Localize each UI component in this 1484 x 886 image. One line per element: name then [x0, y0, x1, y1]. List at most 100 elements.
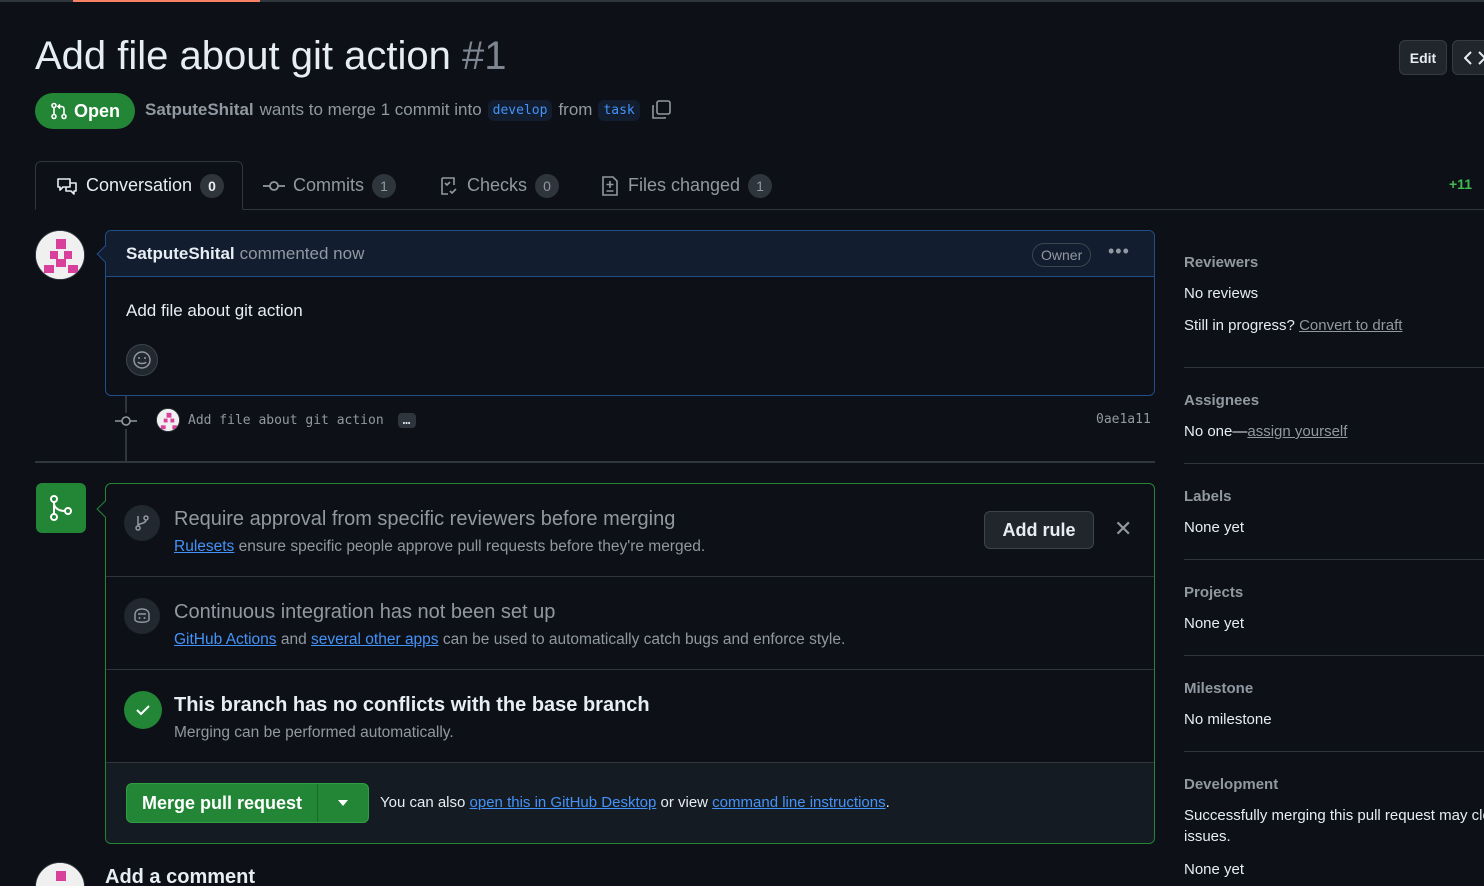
- commit-sha-link[interactable]: 0ae1a11: [1096, 412, 1151, 427]
- from-text: from: [558, 100, 593, 119]
- comment-timestamp[interactable]: commented now: [240, 244, 365, 264]
- tab-counter: 0: [535, 173, 560, 198]
- rulesets-link[interactable]: Rulesets: [174, 538, 234, 555]
- merge-button-group: Merge pull request: [126, 783, 369, 823]
- merge-method-dropdown[interactable]: [318, 784, 368, 822]
- tab-label: Files changed: [628, 175, 741, 195]
- merge-pull-request-button[interactable]: Merge pull request: [127, 784, 318, 822]
- kebab-menu-icon[interactable]: •••: [1108, 241, 1130, 262]
- add-comment-heading: Add a comment: [105, 866, 256, 886]
- github-desktop-link[interactable]: open this in GitHub Desktop: [470, 794, 657, 811]
- add-reaction-button[interactable]: [126, 344, 158, 376]
- sidebar-heading[interactable]: Labels: [1184, 488, 1484, 505]
- command-line-link[interactable]: command line instructions: [712, 794, 885, 811]
- git-pull-request-icon: [51, 102, 67, 120]
- development-desc: Successfully merging this pull request m…: [1184, 807, 1484, 824]
- tab-counter: 0: [200, 173, 225, 198]
- sidebar-divider: [1184, 463, 1484, 464]
- draft-prefix: Still in progress?: [1184, 317, 1295, 334]
- conflicts-row: This branch has no conflicts with the ba…: [106, 670, 1154, 763]
- projects-value: None yet: [1184, 615, 1245, 632]
- comment-card: SatputeShital commented now Owner ••• Ad…: [96, 230, 1155, 396]
- base-branch[interactable]: develop: [487, 99, 553, 121]
- commit-author-avatar[interactable]: [156, 408, 180, 432]
- assign-yourself-link[interactable]: assign yourself: [1247, 423, 1347, 440]
- reviewers-value: No reviews: [1184, 285, 1259, 302]
- commit-row: Add file about git action …: [156, 408, 416, 432]
- commit-message-link[interactable]: Add file about git action: [188, 413, 384, 428]
- also-text-2: or view: [660, 794, 708, 811]
- sidebar-heading[interactable]: Milestone: [1184, 680, 1484, 697]
- merge-footer: Merge pull request You can also open thi…: [106, 763, 1154, 843]
- merge-summary: SatputeShital wants to merge 1 commit in…: [145, 99, 672, 121]
- also-text-1: You can also: [380, 794, 466, 811]
- page-title: Add file about git action #1: [35, 34, 506, 79]
- sidebar-projects: Projects None yet: [1184, 584, 1484, 632]
- commit-icon: [263, 180, 285, 191]
- convert-to-draft-link[interactable]: Convert to draft: [1299, 317, 1402, 334]
- sidebar-divider: [1184, 655, 1484, 656]
- development-value: None yet: [1184, 861, 1245, 878]
- merge-status-icon-box: [36, 483, 86, 533]
- comment-discussion-icon: [57, 177, 77, 195]
- sidebar-heading[interactable]: Reviewers: [1184, 254, 1484, 271]
- pr-state-badge: Open: [35, 93, 135, 129]
- code-icon: [1463, 50, 1484, 65]
- sidebar-labels: Labels None yet: [1184, 488, 1484, 536]
- tab-checks[interactable]: Checks 0: [439, 161, 560, 210]
- sidebar-heading[interactable]: Assignees: [1184, 392, 1484, 409]
- rules-title: Require approval from specific reviewers…: [174, 508, 676, 530]
- pr-number: #1: [461, 34, 507, 78]
- timeline-separator: [35, 461, 1155, 463]
- other-apps-link[interactable]: several other apps: [311, 631, 439, 648]
- active-nav-underline: [73, 0, 260, 2]
- avatar[interactable]: [35, 862, 85, 886]
- code-button[interactable]: [1452, 40, 1484, 75]
- labels-value: None yet: [1184, 519, 1245, 536]
- conflicts-desc: Merging can be performed automatically.: [174, 724, 454, 741]
- rules-desc: Rulesets ensure specific people approve …: [174, 538, 705, 556]
- conflicts-title: This branch has no conflicts with the ba…: [174, 694, 650, 716]
- git-merge-icon: [50, 495, 72, 521]
- sidebar-heading[interactable]: Development: [1184, 776, 1484, 793]
- rules-desc-text: ensure specific people approve pull requ…: [238, 538, 706, 555]
- pr-author-link[interactable]: SatputeShital: [145, 100, 254, 120]
- edit-button[interactable]: Edit: [1399, 40, 1447, 75]
- identicon-icon: [36, 231, 84, 279]
- sidebar-divider: [1184, 367, 1484, 368]
- smiley-icon: [133, 351, 151, 369]
- tab-label: Commits: [293, 175, 364, 195]
- tab-commits[interactable]: Commits 1: [263, 161, 396, 210]
- comment-body: Add file about git action: [126, 301, 303, 320]
- ci-desc-text: can be used to automatically catch bugs …: [442, 631, 846, 648]
- add-rule-button[interactable]: Add rule: [984, 511, 1094, 549]
- rule-icon-wrap: [124, 505, 160, 541]
- commit-expand-button[interactable]: …: [397, 412, 416, 428]
- merge-alternatives: You can also open this in GitHub Desktop…: [380, 794, 890, 811]
- file-diff-icon: [602, 175, 618, 196]
- sidebar-heading[interactable]: Projects: [1184, 584, 1484, 601]
- tab-conversation[interactable]: Conversation 0: [35, 161, 243, 210]
- comment-author[interactable]: SatputeShital: [126, 244, 235, 264]
- ci-icon-wrap: [124, 598, 160, 634]
- pr-state-label: Open: [73, 100, 120, 121]
- tab-counter: 1: [748, 173, 773, 198]
- check-icon: [136, 705, 150, 716]
- copilot-icon: [134, 608, 150, 623]
- close-icon[interactable]: ✕: [1114, 518, 1132, 540]
- head-branch[interactable]: task: [598, 99, 640, 121]
- github-actions-link[interactable]: GitHub Actions: [174, 631, 277, 648]
- assignees-value: No one—assign yourself: [1184, 423, 1484, 440]
- copy-icon[interactable]: [650, 99, 672, 121]
- sidebar-divider: [1184, 751, 1484, 752]
- sidebar-assignees: Assignees No one—assign yourself: [1184, 392, 1484, 440]
- avatar[interactable]: [35, 230, 85, 280]
- sidebar-divider: [1184, 559, 1484, 560]
- tab-files-changed[interactable]: Files changed 1: [600, 161, 773, 210]
- checklist-icon: [441, 176, 457, 195]
- sidebar-milestone: Milestone No milestone: [1184, 680, 1484, 728]
- development-desc-2: issues.: [1184, 828, 1231, 845]
- identicon-icon: [157, 409, 179, 431]
- diffstat-additions: +11: [1449, 176, 1472, 192]
- comment-header: SatputeShital commented now Owner •••: [106, 231, 1154, 277]
